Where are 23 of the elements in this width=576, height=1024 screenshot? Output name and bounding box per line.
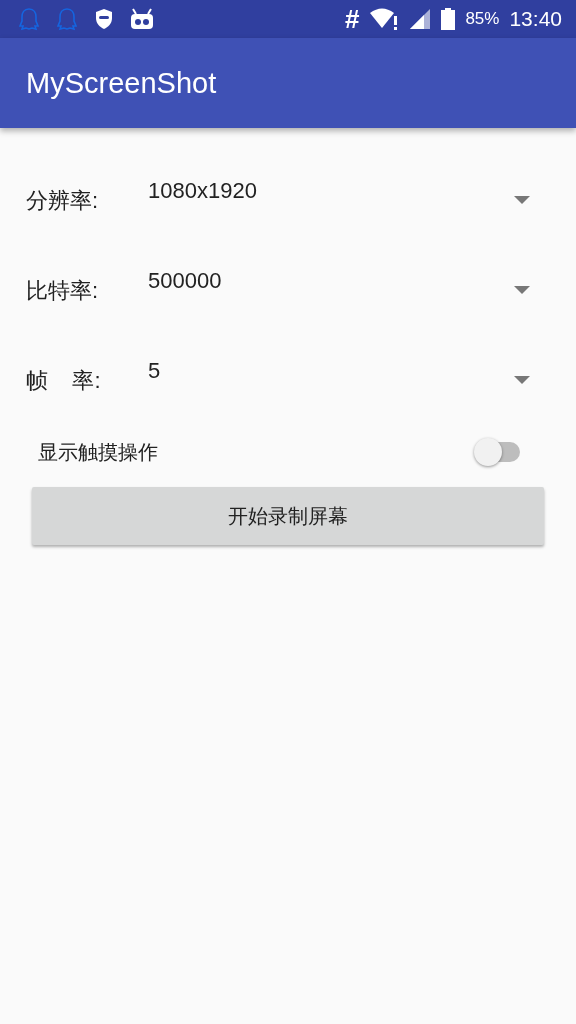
signal-icon [409,8,432,30]
robot-icon [130,8,154,30]
setting-label: 比特率: [26,277,100,305]
dropdown[interactable]: 1080x1920 [148,170,530,204]
dropdown-arrow-icon [514,196,530,204]
app-title: MyScreenShot [26,66,217,100]
toggle-label: 显示触摸操作 [38,439,158,465]
battery-icon [441,8,456,30]
dropdown[interactable]: 5 [148,350,530,384]
dropdown-arrow-icon [514,376,530,384]
ghost-icon [56,7,78,31]
clock: 13:40 [509,7,562,31]
hash-icon: # [344,3,360,35]
ghost-icon [18,7,40,31]
shield-icon [94,8,114,30]
setting-label: 分辨率: [26,187,100,215]
battery-percent: 85% [465,9,500,29]
setting-label: 帧 率: [26,367,102,395]
wifi-icon [369,7,400,31]
toggle-switch[interactable] [474,437,522,467]
dropdown[interactable]: 500000 [148,260,530,294]
dropdown-arrow-icon [514,286,530,294]
start-recording-button[interactable]: 开始录制屏幕 [32,487,544,545]
